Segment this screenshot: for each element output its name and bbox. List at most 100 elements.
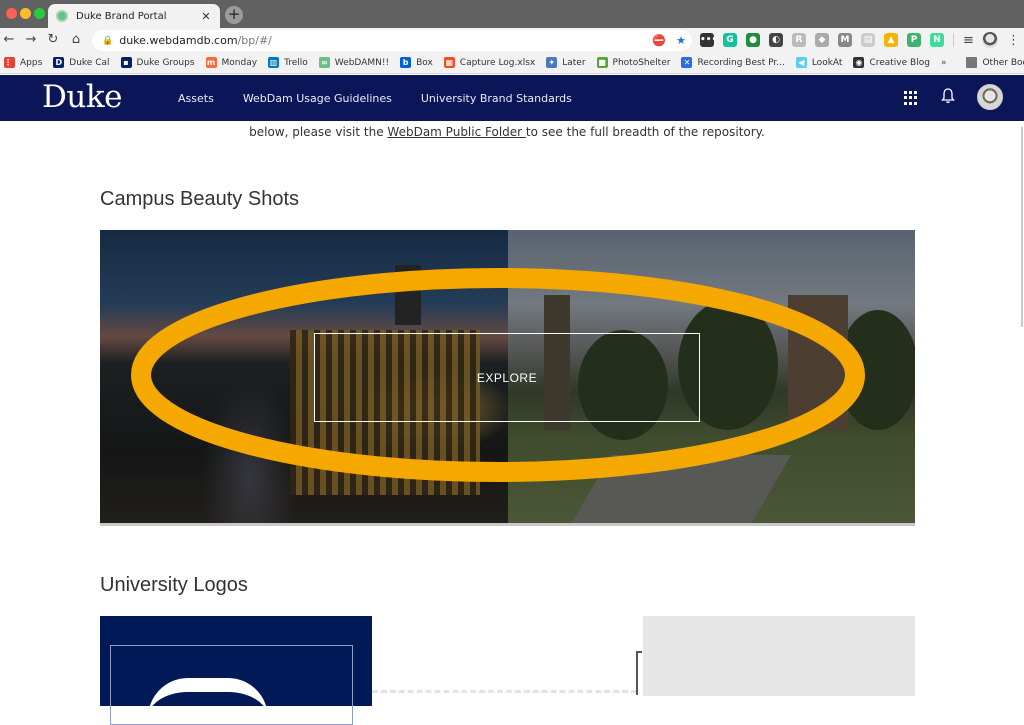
bookmark-label: Apps <box>20 57 43 68</box>
bookmark-item[interactable]: ✦ Later <box>546 57 586 68</box>
tab-title: Duke Brand Portal <box>76 10 167 22</box>
section-title-campus-beauty-shots: Campus Beauty Shots <box>100 188 299 210</box>
globe-icon: ◉ <box>853 57 865 68</box>
duke-cal-icon: D <box>53 57 65 68</box>
media-control-icon[interactable]: ≡ <box>963 33 974 48</box>
bookmark-item[interactable]: b Box <box>400 57 433 68</box>
nav-assets[interactable]: Assets <box>178 92 214 105</box>
nav-university-brand-standards[interactable]: University Brand Standards <box>421 92 572 105</box>
reload-button[interactable]: ↻ <box>44 31 62 49</box>
extensions-row: ••• G ● ◐ R ◆ M ▤ ▲ P N ≡ ⋮ <box>700 32 1020 48</box>
browser-toolbar: ← → ↻ ⌂ 🔒 duke.webdamdb.com/bp/#/ ⛔ ★ ••… <box>0 28 1024 52</box>
new-tab-button[interactable]: + <box>225 6 243 24</box>
hangouts-ext-icon[interactable]: ● <box>746 33 760 47</box>
circle-ext-icon[interactable]: ◐ <box>769 33 783 47</box>
bookmark-label: Trello <box>284 57 308 68</box>
n-ext-icon[interactable]: N <box>930 33 944 47</box>
duke-logo[interactable]: Duke <box>42 79 122 115</box>
explore-label: EXPLORE <box>476 370 538 385</box>
forward-button[interactable]: → <box>22 31 40 49</box>
bookmark-item[interactable]: ◉ Creative Blog <box>853 57 930 68</box>
box-icon: b <box>400 57 412 68</box>
bookmark-label: Recording Best Pr... <box>697 57 785 68</box>
monday-icon: m <box>205 57 217 68</box>
bookmark-label: Monday <box>221 57 258 68</box>
bookmark-item[interactable]: ⋮⋮ Apps <box>4 57 42 68</box>
bookmark-item[interactable]: ∞ WebDAMN!! <box>318 57 390 68</box>
address-bar[interactable]: 🔒 duke.webdamdb.com/bp/#/ ⛔ ★ <box>92 30 692 51</box>
other-bookmarks-folder[interactable]: Other Bookmarks <box>966 57 1024 68</box>
webdam-icon: ∞ <box>318 57 330 68</box>
browser-tab-active[interactable]: Duke Brand Portal ✕ <box>48 4 220 28</box>
bookmark-label: Capture Log.xlsx <box>459 57 536 68</box>
duke-d-mark-icon <box>148 678 268 718</box>
back-button[interactable]: ← <box>0 31 18 49</box>
page-scrollbar[interactable] <box>1021 127 1023 327</box>
nav-webdam-usage-guidelines[interactable]: WebDam Usage Guidelines <box>243 92 392 105</box>
photoshelter-icon: ■ <box>596 57 608 68</box>
lookat-icon: ◀ <box>795 57 807 68</box>
apps-icon: ⋮⋮ <box>4 57 20 68</box>
minimize-window-button[interactable] <box>20 8 31 19</box>
bookmark-item[interactable]: D Duke Cal <box>53 57 110 68</box>
browser-profile-avatar[interactable] <box>982 32 998 48</box>
bookmark-label: Duke Cal <box>69 57 110 68</box>
intro-text: below, please visit the WebDam Public Fo… <box>0 125 1014 139</box>
recording-icon: ✕ <box>681 57 693 68</box>
duke-groups-icon: ▪ <box>120 57 132 68</box>
bookmark-star-icon[interactable]: ★ <box>676 33 686 48</box>
reader-ext-icon[interactable]: R <box>792 33 806 47</box>
site-header: Duke Assets WebDam Usage Guidelines Univ… <box>0 75 1024 121</box>
doc-ext-icon[interactable]: ▤ <box>861 33 875 47</box>
bookmark-item[interactable]: ▪ Duke Groups <box>120 57 195 68</box>
lock-icon: 🔒 <box>102 35 114 46</box>
bookmarks-bar: ⋮⋮ Apps D Duke Cal ▪ Duke Groups m Monday ▥ Trell… <box>0 52 1024 74</box>
home-button[interactable]: ⌂ <box>67 31 85 49</box>
dropbox-ext-icon[interactable]: ◆ <box>815 33 829 47</box>
browser-menu-icon[interactable]: ⋮ <box>1007 33 1020 48</box>
bookmark-label: Box <box>416 57 433 68</box>
grammarly-ext-icon[interactable]: G <box>723 33 737 47</box>
bookmark-label: WebDAMN!! <box>334 57 390 68</box>
url-host: duke.webdamdb.com <box>119 34 238 47</box>
bookmark-label: LookAt <box>811 57 843 68</box>
bookmark-label: Later <box>562 57 586 68</box>
dashed-divider <box>372 690 637 693</box>
intro-suffix: to see the full breadth of the repositor… <box>525 125 765 139</box>
bookmark-item[interactable]: ▥ Trello <box>268 57 308 68</box>
bookmarks-overflow-button[interactable]: » <box>941 58 947 68</box>
url-path: /bp/#/ <box>237 34 272 47</box>
user-avatar[interactable] <box>977 84 1003 110</box>
browser-titlebar: Duke Brand Portal ✕ + <box>0 0 1024 28</box>
toolbar-separator <box>953 33 954 47</box>
bookmark-label: PhotoShelter <box>612 57 671 68</box>
blocked-popup-icon[interactable]: ⛔ <box>652 33 666 48</box>
campus-beauty-shots-banner[interactable]: EXPLORE <box>100 230 915 526</box>
tab-close-icon[interactable]: ✕ <box>200 10 212 23</box>
m-ext-icon[interactable]: M <box>838 33 852 47</box>
more-ext-icon[interactable]: ••• <box>700 33 717 47</box>
later-icon: ✦ <box>546 57 558 68</box>
folder-icon <box>966 57 978 68</box>
section-title-university-logos: University Logos <box>100 574 248 596</box>
webdam-public-folder-link[interactable]: WebDam Public Folder <box>387 125 526 139</box>
close-window-button[interactable] <box>6 8 17 19</box>
bookmark-label: Creative Blog <box>869 57 930 68</box>
logo-tile-placeholder[interactable] <box>643 616 915 696</box>
drive-ext-icon[interactable]: ▲ <box>884 33 898 47</box>
maximize-window-button[interactable] <box>34 8 45 19</box>
explore-button[interactable]: EXPLORE <box>314 333 700 422</box>
other-bookmarks-label: Other Bookmarks <box>982 57 1024 68</box>
bookmark-item[interactable]: ◀ LookAt <box>795 57 843 68</box>
bookmark-item[interactable]: ■ PhotoShelter <box>596 57 671 68</box>
bookmark-label: Duke Groups <box>136 57 195 68</box>
bookmark-item[interactable]: m Monday <box>205 57 258 68</box>
p-ext-icon[interactable]: P <box>907 33 921 47</box>
duke-logo-tile[interactable] <box>100 616 372 725</box>
bookmark-item[interactable]: ▦ Capture Log.xlsx <box>443 57 536 68</box>
bookmark-item[interactable]: ✕ Recording Best Pr... <box>681 57 785 68</box>
notification-bell-icon[interactable] <box>941 88 955 108</box>
microsoft-icon: ▦ <box>443 57 455 68</box>
apps-grid-icon[interactable] <box>904 91 918 105</box>
bracket-mark <box>636 651 642 695</box>
